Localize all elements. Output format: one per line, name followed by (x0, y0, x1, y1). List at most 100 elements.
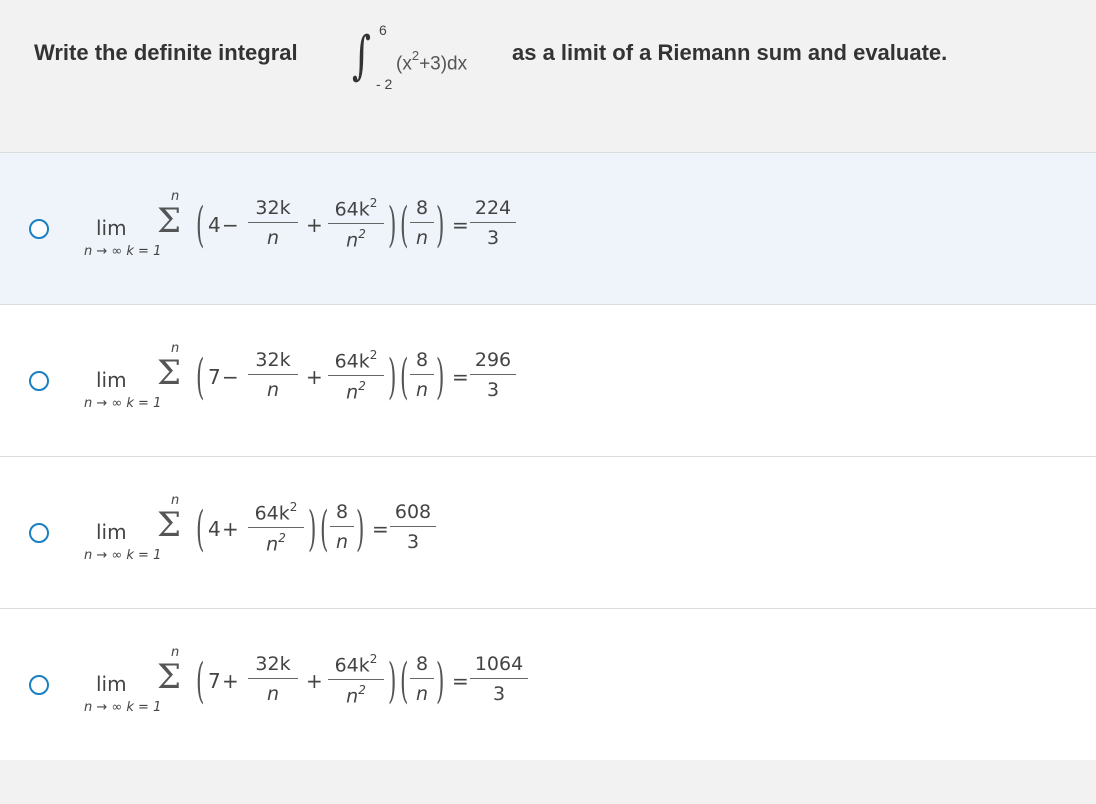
limit-var: n (84, 396, 93, 411)
question-header: Write the definite integral ∫ 6 - 2 (x2+… (0, 0, 1096, 152)
linear-numerator: 32k (255, 197, 291, 219)
quadratic-fraction: 64k2 n2 (328, 348, 384, 404)
riemann-sum-expression: lim n → ∞ k = 1 n Σ(4 +64k2 n2)(8 n) = 608 3 (0, 457, 1096, 609)
quad-den-exp: 2 (358, 379, 366, 394)
answer-choice-2[interactable]: lim n → ∞ k = 1 n Σ(7−32k n +64k2 n2)(8 n) = 296 3 (0, 304, 1096, 456)
quad-num-exp: 2 (369, 196, 378, 210)
dx-denominator: n (335, 531, 349, 553)
dx-numerator: 8 (415, 197, 429, 219)
fraction-bar (470, 222, 516, 223)
dx-fraction: 8n (330, 501, 354, 553)
sigma-symbol: Σ (157, 505, 182, 545)
close-paren-dx: ) (436, 197, 445, 253)
linear-denominator: n (266, 227, 280, 249)
close-paren: ) (388, 653, 397, 709)
result-fraction: 296 3 (470, 349, 516, 401)
limit-subscript: n → ∞ k = 1 (84, 548, 161, 563)
dx-denominator: n (415, 683, 429, 705)
sigma-symbol: Σ (157, 201, 182, 241)
fraction-bar (248, 222, 298, 223)
quad-den-base: n (266, 533, 279, 556)
result-fraction: 608 3 (390, 501, 436, 553)
operator-2: + (306, 669, 323, 693)
operator-1: − (222, 365, 239, 389)
sum-lower-index: k = 1 (126, 548, 162, 563)
fraction-bar (410, 374, 434, 375)
quadratic-numerator: 64k2 (328, 348, 384, 373)
fraction-bar (328, 679, 384, 681)
limit-label: lim (96, 368, 127, 392)
fraction-bar (248, 374, 298, 375)
limit-subscript: n → ∞ k = 1 (84, 396, 161, 411)
integral-sign: ∫ (352, 26, 371, 86)
open-paren: ( (196, 197, 205, 253)
linear-fraction: 32k n (248, 349, 298, 401)
equals-sign: = (452, 365, 469, 389)
integral-lower-limit: - 2 (376, 76, 393, 92)
answer-choice-1[interactable]: lim n → ∞ k = 1 n Σ(4−32k n +64k2 n2)(8 n) = 224 3 (0, 152, 1096, 304)
close-paren: ) (308, 501, 317, 557)
quadratic-denominator: n2 (328, 227, 384, 252)
sum-lower-index: k = 1 (126, 396, 162, 411)
quad-num-base: 64k (334, 654, 370, 677)
quad-num-base: 64k (334, 198, 370, 221)
result-fraction: 224 3 (470, 197, 516, 249)
result-denominator: 3 (486, 227, 500, 249)
sum-lower-index: k = 1 (126, 700, 162, 715)
result-denominator: 3 (492, 683, 506, 705)
linear-denominator: n (266, 683, 280, 705)
limit-var: n (84, 548, 93, 563)
answer-choice-4[interactable]: lim n → ∞ k = 1 n Σ(7 +32k n +64k2 n2)(8 n) = 1064… (0, 608, 1096, 760)
riemann-sum-expression: lim n → ∞ k = 1 n Σ(4−32k n +64k2 n2)(8 n) = 224 3 (0, 153, 1096, 305)
result-numerator: 1064 (474, 653, 524, 675)
limit-arrow: → ∞ (96, 548, 123, 563)
result-denominator: 3 (406, 531, 420, 553)
equals-sign: = (452, 669, 469, 693)
operator-1: + (222, 517, 239, 541)
operator-1: + (222, 669, 239, 693)
open-paren-dx: ( (400, 197, 409, 253)
sigma-symbol: Σ (157, 657, 182, 697)
quadratic-denominator: n2 (328, 379, 384, 403)
integrand: (x2+3)dx (396, 48, 467, 75)
result-numerator: 224 (474, 197, 512, 219)
close-paren: ) (388, 349, 397, 405)
quadratic-denominator: n2 (248, 531, 304, 556)
quadratic-numerator: 64k2 (248, 500, 304, 524)
close-paren-dx: ) (436, 349, 445, 405)
quadratic-fraction: 64k2 n2 (328, 652, 384, 708)
quad-den-exp: 2 (278, 531, 286, 546)
quad-den-exp: 2 (358, 683, 366, 698)
result-numerator: 296 (474, 349, 512, 371)
quadratic-fraction: 64k2 n2 (328, 196, 384, 252)
integrand-exponent: 2 (411, 48, 420, 63)
operator-1: − (222, 213, 239, 237)
limit-arrow: → ∞ (96, 396, 123, 411)
dx-fraction: 8n (410, 653, 434, 705)
fraction-bar (470, 374, 516, 375)
riemann-sum-expression: lim n → ∞ k = 1 n Σ(7−32k n +64k2 n2)(8 n) = 296 3 (0, 305, 1096, 457)
operator-2: + (306, 213, 323, 237)
result-denominator: 3 (486, 379, 500, 401)
quad-den-base: n (346, 229, 359, 252)
quadratic-numerator: 64k2 (328, 652, 384, 677)
open-paren: ( (196, 653, 205, 709)
operator-2: + (306, 365, 323, 389)
result-fraction: 1064 3 (470, 653, 528, 705)
limit-label: lim (96, 672, 127, 696)
dx-numerator: 8 (335, 501, 349, 523)
limit-label: lim (96, 520, 127, 544)
answer-choice-3[interactable]: lim n → ∞ k = 1 n Σ(4 +64k2 n2)(8 n) = 608 3 (0, 456, 1096, 608)
dx-fraction: 8n (410, 197, 434, 249)
quad-den-base: n (346, 685, 359, 708)
quad-num-exp: 2 (369, 652, 378, 666)
limit-arrow: → ∞ (96, 244, 123, 259)
limit-label: lim (96, 216, 127, 240)
quad-num-exp: 2 (289, 500, 298, 514)
riemann-sum-expression: lim n → ∞ k = 1 n Σ(7 +32k n +64k2 n2)(8 n) = 1064… (0, 609, 1096, 761)
integral-upper-limit: 6 (379, 22, 387, 38)
fraction-bar (410, 678, 434, 679)
quad-num-base: 64k (334, 350, 370, 373)
equals-sign: = (372, 517, 389, 541)
linear-fraction: 32k n (248, 653, 298, 705)
